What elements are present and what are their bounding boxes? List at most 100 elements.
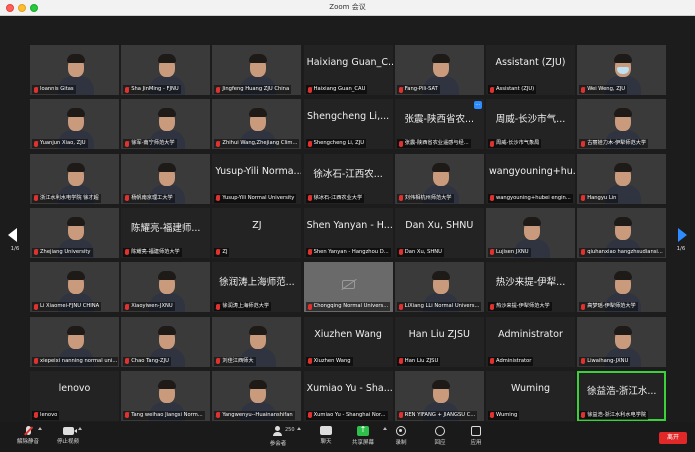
participant-name-label: Wuming (488, 410, 520, 420)
participant-tile[interactable]: Li Xiaomei-FJNU CHINA (30, 262, 119, 313)
participant-tile[interactable]: 徐冰石-江西农... 徐冰石-江西农业大学 (303, 153, 393, 204)
participant-tile[interactable]: 古丽娃力木-伊犁师范大学 (577, 99, 667, 150)
participant-tile[interactable]: Jingfeng Huang ZJU China (212, 45, 302, 95)
participant-tile[interactable]: 徐益浩-浙江水... 徐益浩-浙江水利水电学院 (577, 370, 667, 421)
participant-tile[interactable]: Hangyu Lin (577, 153, 667, 204)
participant-name-label: REN YIFANG + JIANGSU C... (396, 410, 478, 420)
mic-muted-icon (307, 86, 312, 93)
next-page-button[interactable]: 1/6 (670, 222, 692, 262)
participant-name-label: xiepeixi nanning normal uni... (32, 356, 118, 366)
mic-muted-icon (490, 249, 494, 256)
participant-tile[interactable]: 徐润涛上海师范... 徐润涛上海师范大学 (212, 262, 302, 313)
mic-muted-icon (125, 303, 130, 310)
mic-muted-icon (307, 303, 312, 310)
participant-display-name: Haixiang Guan_C... (306, 57, 393, 68)
apps-icon (471, 426, 481, 436)
participant-display-name: 徐益浩-浙江水... (586, 385, 657, 397)
apps-button[interactable]: 应用 (452, 426, 500, 450)
participant-tile[interactable]: Wei Weng, ZJU (577, 45, 667, 95)
participant-tile[interactable]: Haixiang Guan_C... Haixiang Guan_CAU (303, 45, 393, 95)
participants-options-caret[interactable] (297, 427, 301, 430)
participant-name-text: Shen Yanyan - Hangzhou D... (313, 248, 389, 255)
previous-page-button[interactable]: 1/6 (4, 222, 26, 262)
participant-tile[interactable]: Han Liu ZJSU Han Liu ZJSU (394, 316, 484, 367)
participant-name-label: Sha JinMing - FJNU (123, 85, 181, 94)
participant-tile[interactable]: REN YIFANG + JIANGSU C... (394, 370, 484, 421)
participant-tile[interactable]: xiepeixi nanning normal uni... (30, 316, 119, 367)
stop-video-label: 停止视频 (56, 439, 79, 445)
participant-tile[interactable]: Lujisen JXNU (486, 207, 575, 258)
participant-name-label: Jingfeng Huang ZJU China (214, 85, 292, 94)
participant-name-label: 刘伟相杭州师范大学 (396, 193, 454, 203)
participant-name-label: Shengcheng Li, ZJU (305, 139, 367, 149)
participant-tile[interactable]: 周威-长沙市气... 周威-长沙市气象局 (486, 99, 575, 150)
more-options-icon[interactable]: ··· (473, 101, 482, 110)
mic-muted-icon (490, 412, 494, 419)
participant-tile[interactable]: Dan Xu, SHNU Dan Xu, SHNU (394, 207, 484, 258)
participant-name-label: Shen Yanyan - Hangzhou D... (305, 247, 391, 257)
participant-tile[interactable]: 张震-陕西省农... ··· 张震-陕西省农业遥感与经... (394, 99, 484, 150)
participant-name-label: Chao Tang-ZJU (123, 356, 171, 366)
participant-tile[interactable]: LiXiang LLi Normal Univers... (394, 262, 484, 313)
page-indicator-right: 1/6 (676, 246, 686, 252)
participant-tile[interactable]: wangyouning+hu... wangyouning+hubei engin… (486, 153, 575, 204)
participant-display-name: Yusup-Yili Norma... (215, 165, 302, 177)
participant-tile[interactable]: Fang-Pili-SAT (394, 45, 484, 95)
participant-tile[interactable]: Yuanjun Xiao, ZJU (30, 99, 119, 150)
participant-tile[interactable]: lenovo lenovo (30, 370, 119, 421)
participant-tile[interactable]: Administrator Administrator (486, 316, 575, 367)
participant-tile[interactable]: qiuhanxiao hangzhsudiansi... (577, 207, 667, 258)
participant-tile[interactable]: ZJ ZJ (212, 207, 302, 258)
participant-name-text: 高梦瑶-伊犁师范大学 (587, 303, 636, 310)
participant-tile[interactable]: Zhejiang University (30, 207, 119, 258)
video-feed-hair (614, 216, 633, 226)
participant-tile[interactable]: Chao Tang-ZJU (121, 316, 211, 367)
participant-tile[interactable]: Shengcheng Li,... Shengcheng Li, ZJU (303, 99, 393, 150)
leave-meeting-button[interactable]: 离开 (659, 432, 687, 444)
participant-tile[interactable]: 徐军-南宁师范大学 (121, 99, 211, 150)
participant-tile[interactable]: 热沙来提-伊犁... 热沙来提-伊犁师范大学 (486, 262, 575, 313)
video-options-caret[interactable] (78, 427, 82, 430)
participant-tile[interactable]: 刘佳江西师大 (212, 316, 302, 367)
participant-name-label: Yuanjun Xiao, ZJU (32, 139, 88, 149)
participant-name-label: 热沙来提-伊犁师范大学 (488, 302, 552, 312)
audio-options-caret[interactable] (38, 427, 42, 430)
participant-name-text: Dan Xu, SHNU (404, 248, 442, 255)
participant-tile[interactable]: Liwaihang-JXNU (577, 316, 667, 367)
video-feed-hair (431, 162, 450, 172)
participant-tile[interactable]: Shen Yanyan - H... Shen Yanyan - Hangzhou… (303, 207, 393, 258)
participant-tile[interactable]: 刘伟相杭州师范大学 (394, 153, 484, 204)
participant-tile[interactable]: Tang weihao Jiangsi Norm... (121, 370, 211, 421)
participant-tile[interactable]: Zhihui Wang,Zhejiang Clim... (212, 99, 302, 150)
participant-name-text: 浙江水利水电学院 徐才超 (40, 194, 99, 201)
participant-name-label: 古丽娃力木-伊犁师范大学 (579, 139, 649, 149)
video-feed-hair (158, 54, 177, 63)
participant-tile[interactable]: Chongqing Normal Univers... (303, 262, 393, 313)
mic-muted-icon (581, 195, 586, 202)
participant-tile[interactable]: Yusup-Yili Norma... Yusup-Yili Normal Uni… (212, 153, 302, 204)
participant-name-text: Chongqing Normal Univers... (313, 303, 389, 310)
participant-tile[interactable]: Xiuzhen Wang Xiuzhen Wang (303, 316, 393, 367)
participant-tile[interactable]: Yangwenyu--Huainanshifan (212, 370, 302, 421)
participant-tile[interactable]: 杨帆南京理工大学 (121, 153, 211, 204)
participant-name-text: Zhejiang University (40, 248, 91, 255)
participant-tile[interactable]: Sha JinMing - FJNU (121, 45, 211, 95)
participant-name-text: Han Liu ZJSU (404, 357, 439, 364)
participant-tile[interactable]: Xumiao Yu - Sha... Xumiao Yu - Shanghai N… (303, 370, 393, 421)
participant-name-label: Chongqing Normal Univers... (305, 302, 391, 312)
participants-button[interactable]: 250 参会者 (254, 426, 302, 450)
participant-tile[interactable]: Xiaoyiwen-JXNU (121, 262, 211, 313)
participant-name-text: 陈耀亮-福建师范大学 (131, 248, 180, 255)
participant-tile[interactable]: Wuming Wuming (486, 370, 575, 421)
video-feed-hair (523, 216, 541, 226)
participant-tile[interactable]: 高梦瑶-伊犁师范大学 (577, 262, 667, 313)
stop-video-button[interactable]: 停止视频 (44, 426, 92, 450)
video-feed-hair (431, 54, 450, 63)
video-feed-hair (67, 162, 85, 172)
participant-tile[interactable]: 浙江水利水电学院 徐才超 (30, 153, 119, 204)
participant-display-name: wangyouning+hu... (489, 165, 575, 177)
participant-tile[interactable]: Assistant (ZJU) Assistant (ZJU) (486, 45, 575, 95)
participant-name-label: qiuhanxiao hangzhsudiansi... (579, 247, 665, 257)
participant-tile[interactable]: Ioannis Gitas (30, 45, 119, 95)
participant-tile[interactable]: 陈耀亮-福建师... 陈耀亮-福建师范大学 (121, 207, 211, 258)
